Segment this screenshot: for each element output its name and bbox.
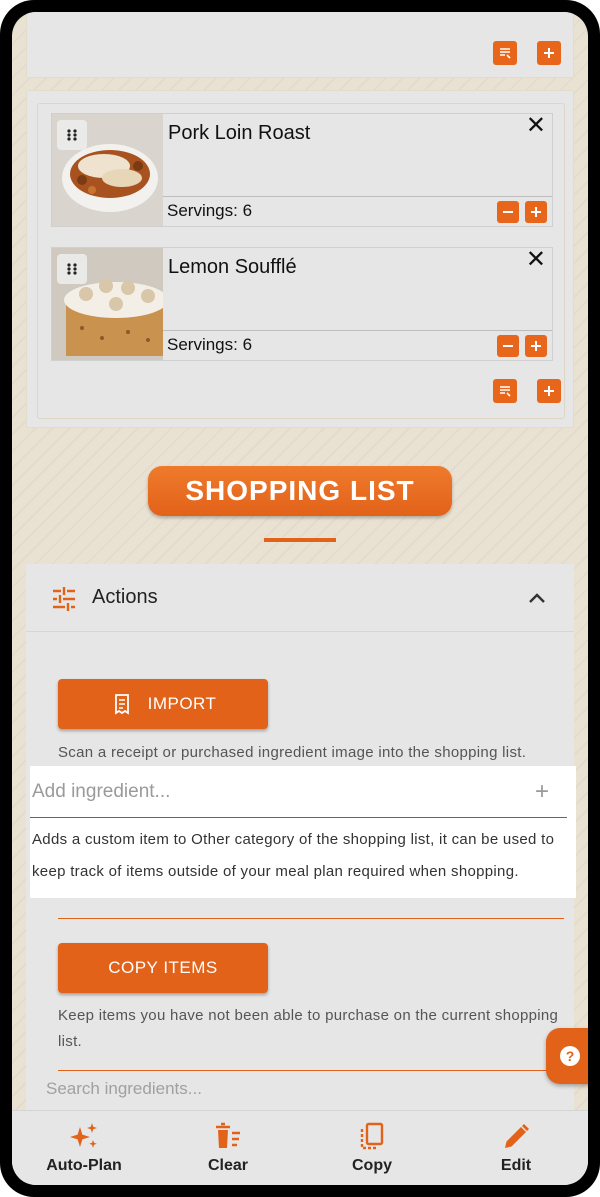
nav-edit-label: Edit bbox=[500, 1157, 532, 1174]
day-panel: Pork Loin Roast ✕ Servings: 6 Lemon Souf… bbox=[26, 90, 574, 428]
divider bbox=[58, 1070, 564, 1071]
increase-servings-button[interactable] bbox=[525, 335, 547, 357]
increase-servings-button[interactable] bbox=[525, 201, 547, 223]
actions-title: Actions bbox=[92, 586, 158, 608]
nav-edit[interactable]: Edit bbox=[444, 1111, 588, 1185]
import-label: IMPORT bbox=[147, 694, 217, 713]
minus-icon bbox=[503, 211, 513, 213]
recipe-image bbox=[52, 114, 163, 226]
note-icon bbox=[500, 48, 511, 59]
divider bbox=[58, 918, 564, 919]
add-ingredient-description: Adds a custom item to Other category of … bbox=[32, 831, 555, 880]
minus-icon bbox=[503, 345, 513, 347]
heading-underline bbox=[264, 538, 336, 542]
recipe-card[interactable]: Lemon Soufflé ✕ Servings: 6 bbox=[51, 247, 553, 361]
help-button[interactable]: ? bbox=[546, 1028, 588, 1084]
copy-items-button[interactable]: COPY ITEMS bbox=[58, 943, 268, 993]
add-recipe-button[interactable] bbox=[537, 379, 561, 403]
drag-handle[interactable] bbox=[57, 120, 87, 150]
note-icon bbox=[500, 386, 511, 397]
add-recipe-button[interactable] bbox=[537, 41, 561, 65]
import-description: Scan a receipt or purchased ingredient i… bbox=[58, 744, 527, 761]
pencil-icon bbox=[505, 1124, 529, 1148]
servings-label: Servings: 6 bbox=[167, 201, 253, 220]
help-icon: ? bbox=[560, 1046, 580, 1066]
nav-auto-plan[interactable]: Auto-Plan bbox=[12, 1111, 156, 1185]
plus-icon bbox=[531, 341, 541, 351]
tune-icon bbox=[53, 587, 75, 611]
drag-dots-icon bbox=[67, 263, 77, 275]
shopping-list-title: SHOPPING LIST bbox=[148, 466, 452, 516]
shopping-list-heading: SHOPPING LIST bbox=[12, 466, 588, 556]
import-button[interactable]: IMPORT bbox=[58, 679, 268, 729]
add-ingredient-input[interactable] bbox=[30, 766, 567, 818]
copy-items-label: COPY ITEMS bbox=[108, 958, 218, 977]
sparkles-icon bbox=[70, 1123, 97, 1148]
add-note-button[interactable] bbox=[493, 379, 517, 403]
plus-icon bbox=[544, 386, 554, 396]
device-frame: Pork Loin Roast ✕ Servings: 6 Lemon Souf… bbox=[0, 0, 600, 1197]
recipe-card[interactable]: Pork Loin Roast ✕ Servings: 6 bbox=[51, 113, 553, 227]
recipe-title[interactable]: Lemon Soufflé bbox=[168, 256, 297, 279]
scroll-content[interactable]: Pork Loin Roast ✕ Servings: 6 Lemon Souf… bbox=[12, 12, 588, 1110]
recipe-title[interactable]: Pork Loin Roast bbox=[168, 122, 310, 145]
copy-icon bbox=[360, 1122, 384, 1150]
decrease-servings-button[interactable] bbox=[497, 201, 519, 223]
actions-header[interactable]: Actions bbox=[26, 564, 574, 632]
drag-dots-icon bbox=[67, 129, 77, 141]
nav-copy[interactable]: Copy bbox=[300, 1111, 444, 1185]
app-screen: Pork Loin Roast ✕ Servings: 6 Lemon Souf… bbox=[12, 12, 588, 1185]
plus-icon bbox=[531, 207, 541, 217]
nav-auto-plan-label: Auto-Plan bbox=[46, 1157, 122, 1174]
remove-recipe-icon[interactable]: ✕ bbox=[526, 114, 546, 138]
add-note-button[interactable] bbox=[493, 41, 517, 65]
decrease-servings-button[interactable] bbox=[497, 335, 519, 357]
drag-handle[interactable] bbox=[57, 254, 87, 284]
plus-icon bbox=[544, 48, 554, 58]
search-ingredients-input[interactable] bbox=[46, 1074, 516, 1104]
nav-clear[interactable]: Clear bbox=[156, 1111, 300, 1185]
previous-day-panel bbox=[26, 12, 574, 78]
servings-label: Servings: 6 bbox=[167, 335, 253, 354]
add-ingredient-plus-icon[interactable]: + bbox=[535, 778, 549, 806]
copy-items-description: Keep items you have not been able to pur… bbox=[58, 1007, 559, 1050]
add-ingredient-section: + Adds a custom item to Other category o… bbox=[30, 766, 576, 898]
remove-recipe-icon[interactable]: ✕ bbox=[526, 248, 546, 272]
receipt-icon bbox=[114, 694, 129, 715]
recipe-image bbox=[52, 248, 163, 360]
servings-row: Servings: 6 bbox=[163, 196, 552, 226]
trash-list-icon bbox=[216, 1122, 240, 1148]
nav-clear-label: Clear bbox=[207, 1157, 249, 1174]
bottom-navigation: Auto-Plan Clear Copy Edit bbox=[12, 1110, 588, 1185]
nav-copy-label: Copy bbox=[352, 1157, 392, 1174]
servings-row: Servings: 6 bbox=[163, 330, 552, 360]
chevron-up-icon[interactable] bbox=[526, 588, 548, 610]
